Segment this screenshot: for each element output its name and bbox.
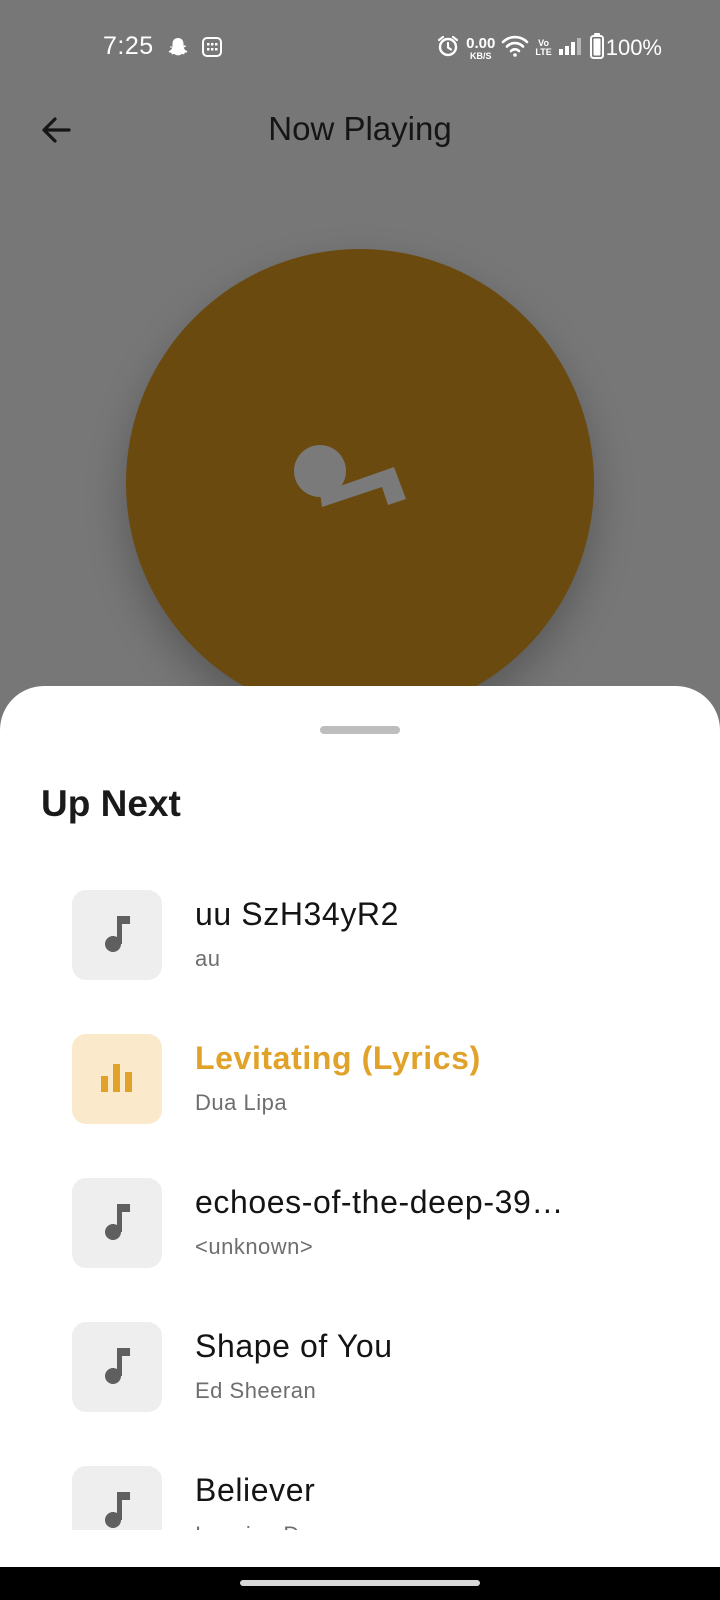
home-indicator[interactable]	[240, 1580, 480, 1586]
drag-handle[interactable]	[320, 726, 400, 734]
music-note-placeholder-icon	[294, 445, 426, 516]
music-note-icon	[102, 1201, 132, 1246]
status-bar: 7:25 0.00 KB/S Vo LTE 100%	[0, 0, 720, 96]
music-note-icon	[102, 913, 132, 958]
track-title: Believer	[195, 1472, 316, 1508]
track-thumbnail	[72, 890, 162, 980]
wifi-icon	[501, 34, 529, 63]
net-speed-value: 0.00	[466, 34, 496, 52]
track-title: Shape of You	[195, 1328, 393, 1364]
track-artist: Ed Sheeran	[195, 1378, 317, 1403]
grid-app-icon	[201, 36, 223, 63]
navigation-bar	[0, 1567, 720, 1600]
snapchat-icon	[167, 36, 189, 63]
track-thumbnail	[72, 1322, 162, 1412]
queue-item-playing[interactable]: Levitating (Lyrics) Dua Lipa	[72, 1034, 672, 1124]
track-title: Levitating (Lyrics)	[195, 1040, 481, 1076]
track-artist: au	[195, 946, 221, 971]
network-speed: 0.00 KB/S	[466, 36, 495, 61]
battery-percent: 100%	[605, 35, 662, 60]
track-artist: <unknown>	[195, 1234, 314, 1259]
signal-icon	[558, 36, 584, 61]
album-art	[126, 249, 594, 717]
net-speed-unit: KB/S	[470, 50, 492, 61]
music-note-icon	[102, 1489, 132, 1531]
track-artist: Imagine Dragons	[195, 1522, 370, 1530]
queue-list[interactable]: uu SzH34yR2 au Levitating (Lyrics) Dua L…	[0, 890, 720, 1530]
alarm-icon	[436, 34, 460, 63]
equalizer-icon	[100, 1062, 134, 1097]
queue-item[interactable]: uu SzH34yR2 au	[72, 890, 672, 980]
queue-item[interactable]: Shape of You Ed Sheeran	[72, 1322, 672, 1412]
volte-bottom: LTE	[535, 47, 552, 57]
up-next-sheet: Up Next uu SzH34yR2 au Levitating (Lyric…	[0, 686, 720, 1567]
sheet-title: Up Next	[41, 783, 181, 824]
page-title: Now Playing	[268, 110, 452, 147]
status-icons: 0.00 KB/S Vo LTE 100%	[430, 31, 662, 65]
track-title: echoes-of-the-deep-39…	[195, 1184, 564, 1220]
battery-icon	[589, 32, 604, 64]
status-time: 7:25	[103, 32, 154, 60]
queue-item[interactable]: echoes-of-the-deep-39… <unknown>	[72, 1178, 672, 1268]
track-artist: Dua Lipa	[195, 1090, 288, 1115]
track-thumbnail	[72, 1034, 162, 1124]
queue-item[interactable]: Believer Imagine Dragons	[72, 1466, 672, 1530]
volte-indicator: Vo LTE	[535, 39, 551, 57]
track-title: uu SzH34yR2	[195, 896, 400, 932]
track-thumbnail	[72, 1466, 162, 1530]
music-note-icon	[102, 1345, 132, 1390]
track-thumbnail	[72, 1178, 162, 1268]
